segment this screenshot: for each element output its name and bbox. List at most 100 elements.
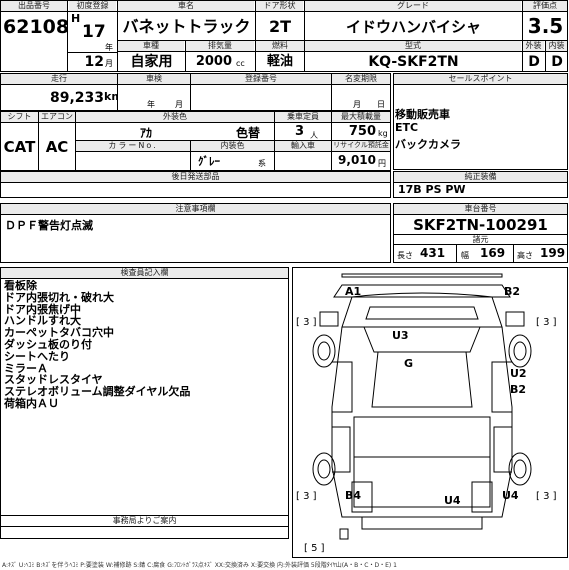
equipment: 17B PS PW xyxy=(398,183,466,196)
mileage: 89,233 xyxy=(49,90,104,106)
fuel-label: 燃料 xyxy=(256,41,304,51)
shift: CAT xyxy=(3,138,36,156)
tire-front-left: [ 3 ] xyxy=(296,317,317,328)
dims-label: 諸元 xyxy=(394,235,567,244)
equipment-label: 純正装備 xyxy=(394,172,567,182)
kg-unit: kg xyxy=(378,129,388,138)
import-label: 輸入車 xyxy=(275,141,331,151)
kei-suffix: 系 xyxy=(258,159,266,168)
inspector-note: ドア内張切れ・破れ大 xyxy=(4,290,114,304)
max-load: 750 xyxy=(348,124,376,139)
inspector-label: 検査員記入欄 xyxy=(1,268,288,278)
mileage-label: 走行 xyxy=(1,74,117,84)
notes-label: 注意事項欄 xyxy=(1,204,390,214)
delivery-parts-label: 後日発送部品 xyxy=(1,172,390,182)
int-label: 内装 xyxy=(546,41,567,51)
int-color: ｸﾞﾚｰ xyxy=(198,155,220,168)
displacement: 2000 xyxy=(195,54,232,69)
ext-label: 外装 xyxy=(523,41,544,51)
ac-label: エアコン xyxy=(39,112,75,122)
tire-spare: [ 5 ] xyxy=(304,543,325,554)
ext-color: ｱｶ xyxy=(140,126,153,140)
tire-rear-left: [ 3 ] xyxy=(296,491,317,502)
color-no-label: カラーNo. xyxy=(76,141,190,151)
era: H xyxy=(71,12,81,25)
inspection-label: 車検 xyxy=(118,74,190,84)
lot-number: 62108 xyxy=(3,16,67,38)
height: 199 xyxy=(540,246,566,260)
air-con: AC xyxy=(45,138,69,156)
sales-point-2: ETC xyxy=(395,121,419,134)
legend: A:ｷｽﾞ U:ﾍｺﾐ B:ｷｽﾞを伴うﾍｺﾐ P:要塗装 W:補修跡 S:錆 … xyxy=(2,562,397,569)
lot-label: 出品番号 xyxy=(1,1,67,11)
inspection-year-unit: 年 xyxy=(147,100,155,109)
mark-u2: U2 xyxy=(510,367,527,380)
grade: イドウハンバイシャ xyxy=(345,18,481,36)
year-unit: 年 xyxy=(105,43,113,52)
sales-point-1: 移動販売車 xyxy=(395,108,450,120)
width: 169 xyxy=(480,246,506,260)
door-type: 2T xyxy=(268,17,292,36)
mark-u4-side: U4 xyxy=(502,489,519,502)
car-name: バネットトラック xyxy=(122,17,251,36)
width-label: 幅 xyxy=(461,251,469,260)
first-reg-month: 12 xyxy=(84,54,104,70)
length-label: 長さ xyxy=(397,251,413,260)
mark-b2-side: B2 xyxy=(510,383,526,396)
door-label: ドア形状 xyxy=(256,1,303,11)
month-unit: 月 xyxy=(105,59,113,68)
name-change-day-unit: 日 xyxy=(377,100,385,109)
use-type: 自家用 xyxy=(130,54,173,70)
chassis-label: 車台番号 xyxy=(394,204,567,214)
mark-g: G xyxy=(404,357,413,370)
displacement-label: 排気量 xyxy=(186,41,254,51)
length: 431 xyxy=(420,246,446,260)
max-load-label: 最大積載量 xyxy=(332,112,390,122)
first-reg-year: 17 xyxy=(82,22,106,42)
capacity-label: 乗車定員 xyxy=(275,112,331,122)
recycle-label: リサイクル預託金 xyxy=(332,141,390,151)
inspection-month-unit: 月 xyxy=(175,100,183,109)
fuel: 軽油 xyxy=(266,54,293,69)
cc-unit: cc xyxy=(236,59,245,68)
shift-label: シフト xyxy=(1,112,38,122)
score-label: 評価点 xyxy=(523,1,567,11)
grade-label: グレード xyxy=(305,1,521,11)
ext-color-label: 外装色 xyxy=(76,112,274,122)
mark-a1: A1 xyxy=(345,285,361,298)
body-type-label: 車種 xyxy=(118,41,184,51)
name-change-label: 名変期限 xyxy=(332,74,390,84)
name-change-month-unit: 月 xyxy=(353,100,361,109)
sales-point-3: バックカメラ xyxy=(395,138,461,150)
mark-b4: B4 xyxy=(345,489,361,502)
capacity: 3 xyxy=(294,124,304,139)
first-reg-label: 初度登録 xyxy=(69,1,116,11)
color-change: 色替 xyxy=(236,126,261,140)
score: 3.5 xyxy=(527,14,564,38)
person-unit: 人 xyxy=(310,131,318,140)
tire-rear-right: [ 3 ] xyxy=(536,491,557,502)
int-color-label: 内装色 xyxy=(191,141,274,151)
ext-grade: D xyxy=(528,54,540,70)
recycle-fee: 9,010 xyxy=(338,153,376,167)
yen-unit: 円 xyxy=(378,159,386,168)
inspector-note: ダッシュ板のり付 xyxy=(4,337,92,351)
tire-front-right: [ 3 ] xyxy=(536,317,557,328)
notes-text: ＤＰＦ警告灯点滅 xyxy=(5,219,93,232)
inspector-notes: 看板除 ドア内張切れ・破れ大 ドア内張焦げ中 ハンドルすれ大 カーペットタバコ穴… xyxy=(4,280,288,430)
office-label: 事務局よりご案内 xyxy=(1,516,288,526)
model-code: KQ-SKF2TN xyxy=(368,54,459,70)
vehicle-diagram: A1 B2 U3 G U2 B2 B4 U4 U4 [ 3 ] [ 3 ] [ … xyxy=(296,273,557,554)
mark-u3: U3 xyxy=(392,329,409,342)
km-unit: km xyxy=(104,90,118,103)
reg-no-label: 登録番号 xyxy=(191,74,331,84)
model-label: 型式 xyxy=(305,41,521,51)
chassis-number: SKF2TN-100291 xyxy=(413,216,548,234)
mark-u4-rear: U4 xyxy=(444,494,461,507)
sales-point-label: セールスポイント xyxy=(394,74,567,84)
int-grade: D xyxy=(551,54,563,70)
inspector-note: 荷箱内ＡＵ xyxy=(4,396,59,410)
mark-b2-front: B2 xyxy=(504,285,520,298)
height-label: 高さ xyxy=(517,251,533,260)
car-name-label: 車名 xyxy=(118,1,254,11)
